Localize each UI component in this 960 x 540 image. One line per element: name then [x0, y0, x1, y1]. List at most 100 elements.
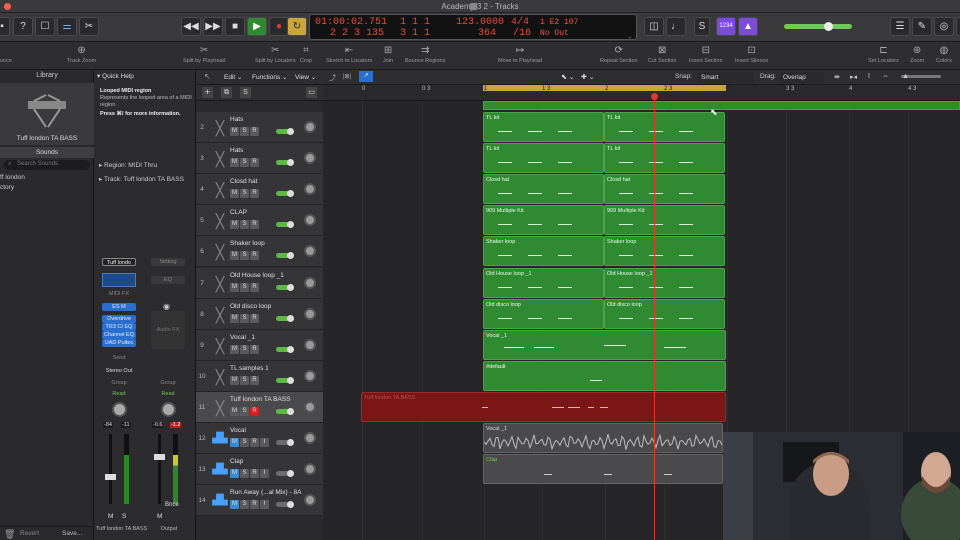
track-volume-slider[interactable]: [276, 407, 294, 415]
track-inspector-header[interactable]: ▸ Track: Tuff london TA BASS: [99, 175, 184, 183]
mute-button[interactable]: M: [230, 282, 239, 292]
audio-region[interactable]: Clap: [483, 454, 723, 485]
pan-knob[interactable]: [304, 463, 316, 476]
solo-icon[interactable]: S: [694, 17, 710, 36]
toolbar-move-to-playhead[interactable]: ↦ Move to Playhead: [498, 44, 542, 64]
sounds-tab[interactable]: Sounds: [0, 147, 94, 158]
slider-knob[interactable]: [287, 252, 294, 260]
edit-menu[interactable]: Edit ⌄: [224, 73, 242, 81]
revert-button[interactable]: Revert: [20, 530, 39, 537]
track-header-row[interactable]: 8 ╳ Old disco loop M S R: [196, 298, 323, 330]
audio-region[interactable]: Vocal _1: [483, 423, 723, 454]
midi-region[interactable]: Vocal _1: [483, 329, 726, 360]
solo-button[interactable]: S: [240, 282, 249, 292]
solo-button[interactable]: S: [240, 406, 249, 416]
record-enable-button[interactable]: R: [250, 406, 259, 416]
track-header-row[interactable]: 7 ╳ Old House loop _1 M S R: [196, 267, 323, 299]
solo-button[interactable]: S: [240, 469, 249, 479]
midi-region[interactable]: TL kit: [604, 112, 725, 143]
solo-button[interactable]: S: [240, 313, 249, 323]
timeline-ruler[interactable]: 0 0 3 1 1 3 2 2 3 3 3 3 4 4 3: [323, 85, 960, 101]
record-enable-button[interactable]: R: [250, 189, 259, 199]
plugin-slot[interactable]: Channel EQ: [102, 331, 136, 339]
midi-region[interactable]: 909 Multiple Kit: [483, 205, 604, 236]
setting-button[interactable]: Tuff londo: [102, 258, 136, 266]
mute-button[interactable]: M: [230, 220, 239, 230]
cycle-button[interactable]: ↻: [287, 17, 307, 36]
slider-knob[interactable]: [287, 407, 294, 415]
metronome-icon[interactable]: ▲: [738, 17, 758, 36]
solo-button[interactable]: S: [240, 251, 249, 261]
slider-knob[interactable]: [287, 159, 294, 167]
lcd-display[interactable]: 01:00:02.751 1 1 1 2 2 3 135 3 1 1 123.0…: [309, 14, 637, 40]
back-arrow-icon[interactable]: ↖: [204, 72, 211, 81]
track-name[interactable]: Old House loop _1: [230, 272, 284, 279]
view-menu[interactable]: View ⌄: [295, 73, 316, 81]
track-header-row[interactable]: 5 ╳ CLAP M S R: [196, 205, 323, 237]
slider-knob[interactable]: [287, 470, 294, 478]
horizontal-zoom-icon[interactable]: ⇔: [882, 73, 889, 80]
close-window-button[interactable]: [4, 3, 11, 10]
drag-select[interactable]: Overlap: [780, 72, 824, 83]
midi-region[interactable]: Shaker loop: [604, 236, 725, 267]
solo-button[interactable]: S: [240, 344, 249, 354]
plugin-slot[interactable]: UAD Pultec: [102, 339, 136, 347]
catch-playhead-button[interactable]: ↗: [359, 71, 373, 82]
toolbar-cut-section[interactable]: ⊠ Cut Section: [648, 44, 676, 64]
tuner-icon[interactable]: ♩: [666, 17, 686, 36]
input-monitor-button[interactable]: I: [260, 469, 269, 479]
track-volume-slider[interactable]: [276, 501, 294, 509]
mute-button[interactable]: M: [230, 313, 239, 323]
track-name[interactable]: Hats: [230, 116, 243, 123]
record-enable-button[interactable]: R: [250, 500, 259, 510]
pan-knob[interactable]: [304, 369, 316, 382]
pan-knob[interactable]: [304, 338, 316, 351]
track-name[interactable]: Hats: [230, 147, 243, 154]
track-name[interactable]: Clap: [230, 458, 243, 465]
track-volume-slider[interactable]: [276, 345, 294, 353]
track-header-row[interactable]: 2 ╳ Hats M S R: [196, 112, 323, 143]
record-enable-button[interactable]: R: [250, 158, 259, 168]
solo-button[interactable]: S: [240, 127, 249, 136]
track-name[interactable]: Run Away (...al Mix) - 8A: [230, 489, 301, 496]
track-name[interactable]: Vocal: [230, 427, 246, 434]
slider-knob[interactable]: [287, 221, 294, 229]
mute-button[interactable]: M: [230, 406, 239, 416]
track-volume-slider[interactable]: [276, 470, 294, 478]
mute-button[interactable]: M: [157, 513, 162, 520]
midi-region[interactable]: Tuff london TA BASS: [361, 391, 726, 422]
automation-mode[interactable]: Read: [102, 390, 136, 398]
input-monitor-button[interactable]: I: [260, 500, 269, 510]
group-slot[interactable]: Group: [151, 379, 185, 387]
toolbar-insert-silence[interactable]: ⊡ Insert Silence: [735, 44, 768, 64]
slider-knob[interactable]: [287, 314, 294, 322]
midi-region[interactable]: Old disco loop: [483, 298, 604, 329]
solo-button[interactable]: S: [240, 189, 249, 199]
track-volume-slider[interactable]: [276, 283, 294, 291]
track-header-row[interactable]: 10 ╳ TL samples 1 MSR: [196, 360, 323, 392]
slider-knob[interactable]: [287, 501, 294, 509]
editors-scissors-icon[interactable]: ✂: [79, 17, 99, 36]
record-enable-button[interactable]: R: [250, 251, 259, 261]
forward-button[interactable]: ▶▶: [203, 17, 223, 36]
automation-mode[interactable]: Read: [151, 390, 185, 398]
library-list-item[interactable]: ff london: [0, 174, 25, 181]
toolbar-join[interactable]: ⊞ Join: [383, 44, 393, 64]
pan-knob[interactable]: [304, 400, 316, 413]
group-slot[interactable]: Group: [102, 379, 136, 387]
notepad-icon[interactable]: ✎: [912, 17, 932, 36]
pan-knob[interactable]: [304, 307, 316, 320]
midi-region[interactable]: TL kit: [604, 143, 725, 174]
flex-icon[interactable]: |⊠|: [343, 73, 351, 80]
pan-knob[interactable]: [304, 214, 316, 227]
plugin-slot[interactable]: Overdrive: [102, 315, 136, 323]
instrument-slot[interactable]: ES M: [102, 303, 136, 311]
global-solo-button[interactable]: S: [240, 87, 251, 98]
rewind-button[interactable]: ◀◀: [181, 17, 201, 36]
record-enable-button[interactable]: R: [250, 469, 259, 479]
slider-knob[interactable]: [287, 190, 294, 198]
quick-help-header[interactable]: ▾ Quick Help: [97, 72, 134, 80]
playhead[interactable]: [651, 93, 658, 540]
mute-button[interactable]: M: [230, 344, 239, 354]
snap-select[interactable]: Smart: [698, 72, 754, 83]
